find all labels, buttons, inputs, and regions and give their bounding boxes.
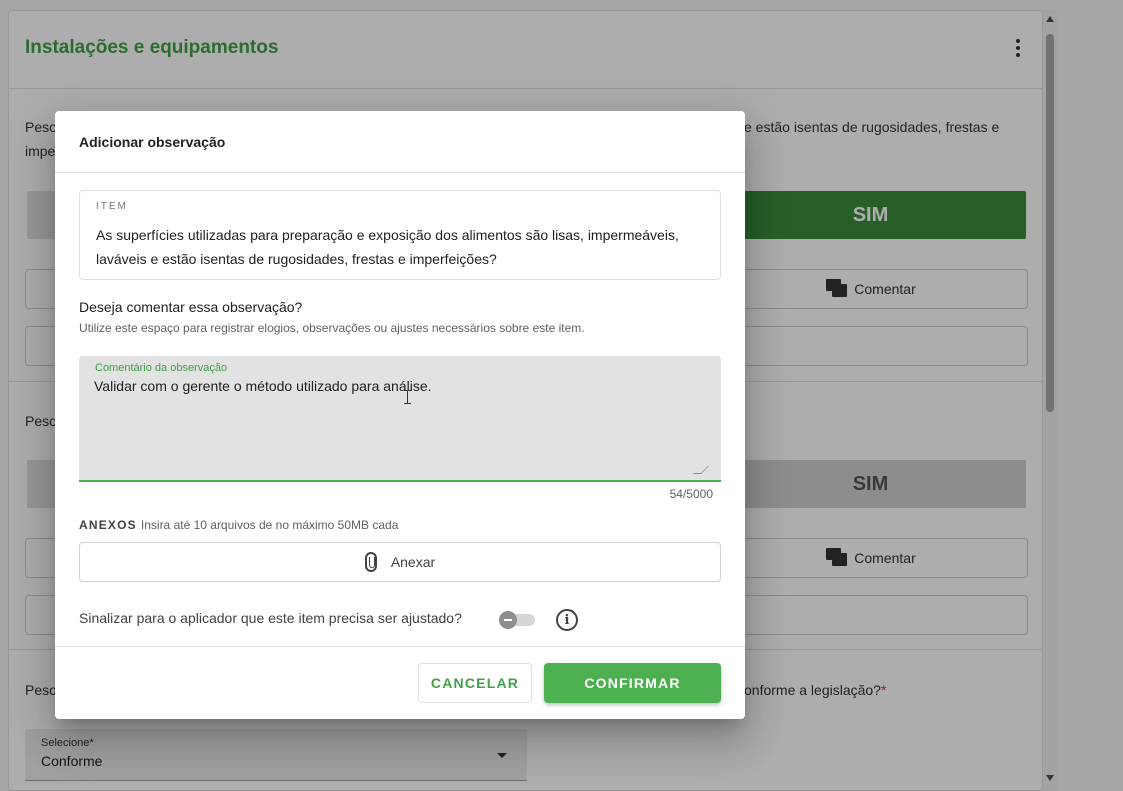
attach-label: Anexar	[390, 554, 436, 570]
comment-textarea[interactable]	[94, 378, 694, 472]
confirm-button[interactable]: CONFIRMAR	[544, 663, 721, 703]
dialog-header-divider	[55, 172, 745, 173]
attachments-header: ANEXOS Insira até 10 arquivos de no máxim…	[79, 518, 398, 532]
info-icon[interactable]: i	[556, 609, 578, 631]
character-counter: 54/5000	[669, 487, 713, 501]
item-text: As superfícies utilizadas para preparaçã…	[96, 227, 679, 267]
toggle-thumb	[499, 611, 517, 629]
dialog-title: Adicionar observação	[79, 134, 226, 150]
comment-question: Deseja comentar essa observação?	[79, 299, 303, 315]
comment-field[interactable]: Comentário da observação	[79, 356, 721, 482]
attachments-hint: Insira até 10 arquivos de no máximo 50MB…	[140, 518, 399, 532]
add-observation-dialog: Adicionar observação ITEM As superfícies…	[55, 111, 745, 719]
item-label: ITEM	[96, 201, 128, 212]
comment-field-label: Comentário da observação	[95, 362, 228, 374]
dialog-footer-divider	[55, 646, 745, 647]
comment-hint: Utilize este espaço para registrar elogi…	[79, 321, 585, 335]
attach-button[interactable]: Anexar	[79, 542, 721, 582]
flag-adjust-toggle[interactable]	[499, 611, 535, 629]
text-cursor-icon	[404, 390, 411, 404]
paperclip-icon	[364, 552, 377, 572]
attachments-title: ANEXOS	[79, 518, 137, 532]
resize-handle-icon[interactable]	[693, 466, 709, 474]
flag-adjust-text: Sinalizar para o aplicador que este item…	[79, 610, 462, 626]
cancel-button[interactable]: CANCELAR	[418, 663, 532, 703]
item-box: ITEM As superfícies utilizadas para prep…	[79, 190, 721, 280]
